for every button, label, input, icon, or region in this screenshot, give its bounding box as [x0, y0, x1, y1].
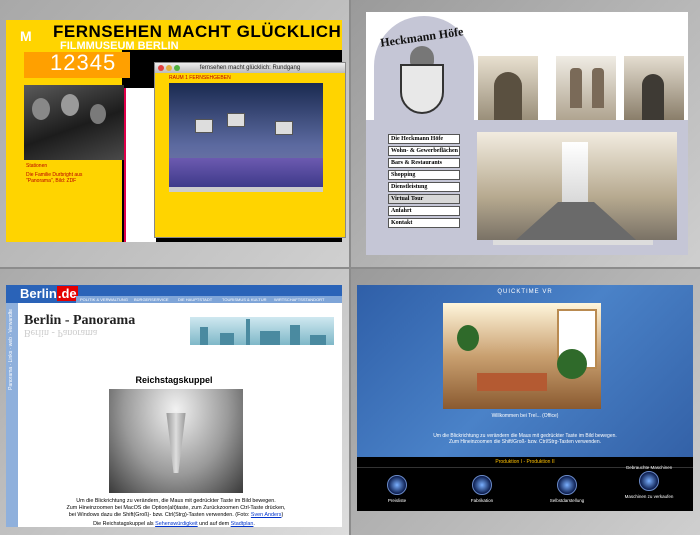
menu-item[interactable]: Bars & Restaurants [388, 158, 460, 168]
panel-heckmann: Heckmann Höfe Die Heckmann Höfe Wohn- & … [351, 0, 700, 267]
footer-text: Die Reichstagskuppel als [93, 521, 156, 527]
plant-icon [557, 349, 587, 379]
skyline-building [220, 333, 234, 345]
photo-person [32, 98, 50, 120]
sight-link[interactable]: Sehenswürdigkeit [155, 521, 198, 527]
nav-button-fabrication[interactable]: Fabrikation [452, 475, 512, 503]
footer-links: Die Reichstagskuppel als Sehenswürdigkei… [6, 521, 342, 527]
button-top-label: Gebrauchte Maschinen [625, 465, 673, 470]
nav-item[interactable]: WIRTSCHAFTSSTANDORT [274, 296, 324, 303]
knob-icon [387, 475, 407, 495]
menu-item[interactable]: Kontakt [388, 218, 460, 228]
skyline-banner [190, 317, 334, 345]
knob-icon [472, 475, 492, 495]
knob-icon [557, 475, 577, 495]
site-menu: Die Heckmann Höfe Wohn- & Gewerbeflächen… [388, 134, 460, 230]
screenshot-grid: M FERNSEHEN MACHT GLÜCKLICH FILMMUSEUM B… [0, 0, 700, 535]
instr-line: bei Windows dazu die Shift(Groß)- bzw. C… [68, 512, 251, 518]
panorama-floor [169, 158, 323, 187]
minimize-icon[interactable] [166, 65, 172, 71]
photo-person [61, 94, 79, 116]
tv-icon [275, 121, 293, 135]
skyline-building [200, 327, 208, 345]
skyline-building [310, 335, 326, 345]
close-icon[interactable] [158, 65, 164, 71]
berlin-screen: Berlin.de POLITIK & VERWALTUNG BÜRGERSER… [6, 285, 342, 527]
room-numbers[interactable]: 12345 [50, 50, 116, 76]
instr-line: Zum Hineinzoomen bei MacOS die Option(al… [66, 505, 286, 511]
menu-item[interactable]: Die Heckmann Höfe [388, 134, 460, 144]
photo-caption: Die Familie Durbright aus "Panorama", Bi… [26, 172, 83, 184]
panel-filmmuseum: M FERNSEHEN MACHT GLÜCKLICH FILMMUSEUM B… [0, 0, 349, 267]
button-label: Preisliste [387, 498, 407, 503]
skyline-building [246, 319, 250, 345]
photo-person [90, 104, 106, 124]
helmet-icon [410, 46, 434, 66]
photo-window [570, 68, 582, 108]
brand-main: Berlin [20, 286, 57, 301]
office-desk [477, 373, 547, 391]
nav-item[interactable]: TOURISMUS & KULTUR [222, 296, 267, 303]
button-label: Maschinen zu verkaufen [624, 494, 674, 499]
qtvr-controller[interactable] [169, 187, 323, 192]
panel-quicktime: QUICKTIME VR Willkommen bei Trel... (Off… [351, 269, 700, 535]
panel-berlin: Berlin.de POLITIK & VERWALTUNG BÜRGERSER… [0, 269, 349, 535]
section-title: Reichstagskuppel [135, 375, 213, 385]
qtvr-controller[interactable] [493, 240, 653, 245]
headline: FERNSEHEN MACHT GLÜCKLICH [53, 22, 342, 41]
instructions: Um die Blickrichtung zu verändern die Ma… [387, 433, 663, 445]
brand-tld: .de [56, 286, 78, 301]
button-label: Selbstdarstellung [549, 498, 585, 503]
logo-letter: M [20, 28, 32, 44]
photo-credit-link[interactable]: Sven Anders [251, 512, 282, 518]
popup-titlebar[interactable]: fernsehen macht glücklich: Rundgang [155, 63, 345, 73]
instructions: Um die Blickrichtung zu verändern, die M… [26, 498, 326, 519]
menu-item[interactable]: Anfahrt [388, 206, 460, 216]
nav-item[interactable]: BÜRGERSERVICE [134, 296, 169, 303]
photo-arch [642, 74, 664, 120]
instr-line: Zum Hineinzoomen die Shift/Groß- bzw. Ct… [448, 439, 601, 445]
welcome-caption: Willkommen bei Trel... (Office) [491, 413, 559, 419]
tour-popup-window[interactable]: fernsehen macht glücklich: Rundgang RAUM… [154, 62, 346, 238]
nav-item[interactable]: POLITIK & VERWALTUNG [80, 296, 128, 303]
menu-item[interactable]: Wohn- & Gewerbeflächen [388, 146, 460, 156]
photo-window [592, 68, 604, 108]
footer-text: und auf dem [197, 521, 231, 527]
plant-icon [457, 325, 479, 351]
caption-top: Stationen [26, 163, 48, 169]
coat-of-arms-icon [400, 64, 444, 114]
nav-button-machines[interactable]: Gebrauchte Maschinen Maschinen zu verkau… [619, 465, 679, 499]
nav-button-pricelist[interactable]: Preisliste [367, 475, 427, 503]
instr-line: ) [281, 512, 284, 518]
photo-arch [494, 72, 522, 120]
museum-logo[interactable]: M [20, 28, 48, 46]
menu-item-selected[interactable]: Virtual Tour [388, 194, 460, 204]
tv-icon [227, 113, 245, 127]
footer-text: . [253, 521, 255, 527]
page-title-reflection: Berlin - Panorama [24, 327, 98, 338]
courtyard-photo[interactable] [556, 56, 616, 120]
knob-icon [639, 471, 659, 491]
map-link[interactable]: Stadtplan [231, 521, 254, 527]
filmmuseum-screen: M FERNSEHEN MACHT GLÜCKLICH FILMMUSEUM B… [6, 20, 346, 242]
skyline-building [290, 325, 300, 345]
button-label: Fabrikation [470, 498, 494, 503]
tv-icon [195, 119, 213, 133]
berlin-logo[interactable]: Berlin.de [20, 286, 78, 301]
menu-item[interactable]: Dienstleistung [388, 182, 460, 192]
page-header: QUICKTIME VR [497, 289, 553, 295]
zoom-icon[interactable] [174, 65, 180, 71]
skyline-building [260, 331, 280, 345]
instr-line: Um die Blickrichtung zu verändern, die M… [76, 498, 276, 504]
heckmann-screen: Heckmann Höfe Die Heckmann Höfe Wohn- & … [366, 12, 688, 255]
menu-item[interactable]: Shopping [388, 170, 460, 180]
side-text-column [124, 88, 156, 242]
popup-heading: RAUM 1 FERNSEHGEBEN [169, 75, 231, 81]
nav-item[interactable]: DIE HAUPTSTADT [178, 296, 212, 303]
quicktime-screen: QUICKTIME VR Willkommen bei Trel... (Off… [357, 285, 693, 511]
nav-button-selfpresentation[interactable]: Selbstdarstellung [537, 475, 597, 503]
